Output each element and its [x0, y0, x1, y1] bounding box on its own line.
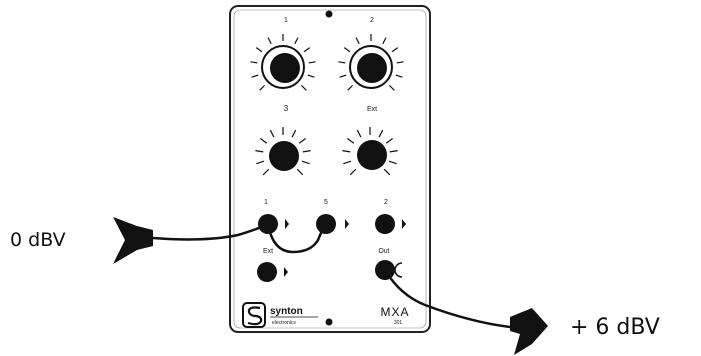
jack-1-label: 1 [264, 199, 268, 206]
jack-out-label: Out [378, 248, 389, 255]
top-mounting-hole [325, 10, 333, 18]
knob-1-label: 1 [284, 17, 288, 24]
knob-3-label: 3 [284, 104, 289, 113]
output-level-label: + 6 dBV [570, 315, 660, 340]
knob-3-cap [269, 141, 299, 171]
jack-ext-label: Ext [263, 248, 273, 255]
knob-1-cap [270, 53, 300, 83]
module-panel [229, 5, 431, 333]
jack-2-label: 2 [384, 199, 388, 206]
knob-2-cap [357, 53, 387, 83]
jack-2-socket [375, 214, 395, 234]
mixer-module: 1 2 3 Ext 1 5 2 Ext Out synton electroni… [229, 5, 431, 333]
model-number: 301 [394, 320, 403, 326]
mixer-patch-diagram: 1 2 3 Ext 1 5 2 Ext Out synton electroni… [10, 5, 660, 355]
brand-name: synton [270, 306, 303, 317]
jack-5-label: 5 [324, 199, 328, 206]
model-name: MXA [380, 305, 409, 319]
input-level-label: 0 dBV [10, 229, 66, 251]
knob-ext-cap [357, 140, 387, 170]
output-plug-icon [510, 308, 548, 355]
input-plug-icon [113, 217, 153, 264]
bottom-mounting-hole [325, 318, 333, 326]
knob-3[interactable] [269, 141, 299, 171]
jack-ext-socket [257, 262, 277, 282]
knob-ext[interactable] [357, 140, 387, 170]
knob-2-label: 2 [370, 17, 374, 24]
brand-subtitle: electronics [272, 320, 296, 326]
knob-ext-label: Ext [367, 106, 377, 113]
